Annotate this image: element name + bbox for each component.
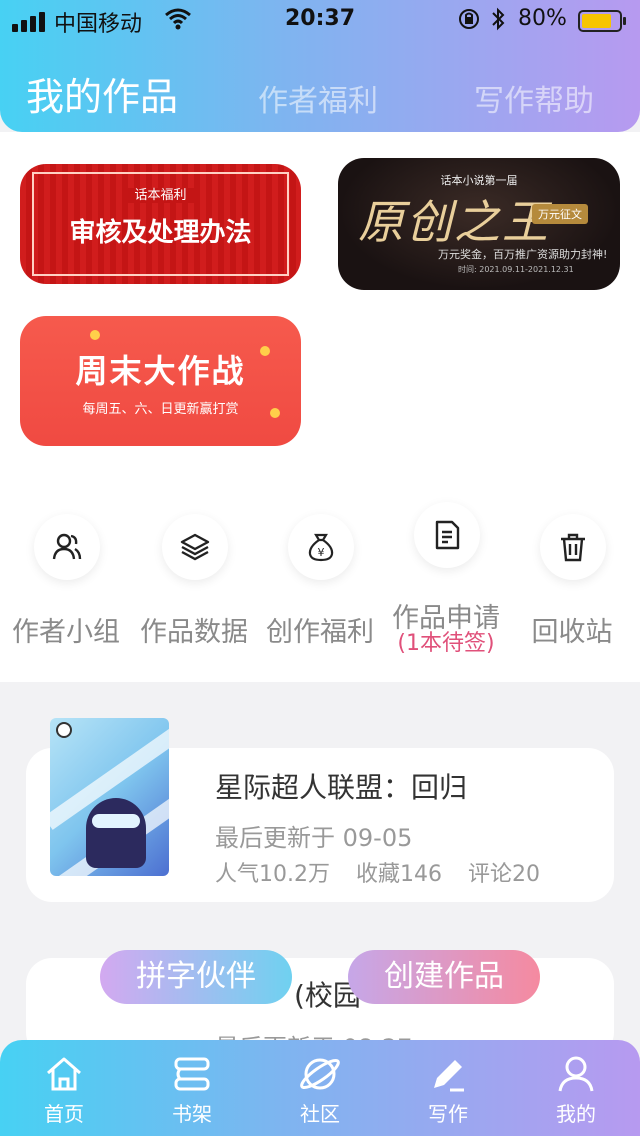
work-popularity: 人气10.2万 <box>215 862 330 887</box>
battery-percent: 80% <box>518 6 567 31</box>
content-panel: 话本福利 审核及处理办法 话本小说第一届 原创之王 万元征文 万元奖金，百万推广… <box>0 132 640 682</box>
work-comments: 评论20 <box>468 862 540 887</box>
ball-icon <box>56 722 72 738</box>
hero-figure <box>86 798 146 868</box>
nav-label: 首页 <box>44 1102 84 1126</box>
pending-sign-count: (1本待签) <box>397 631 495 656</box>
tab-my-works[interactable]: 我的作品 <box>26 66 178 121</box>
nav-label: 写作 <box>428 1102 468 1126</box>
banner-review-rules[interactable]: 话本福利 审核及处理办法 <box>20 164 301 284</box>
pen-icon <box>428 1054 468 1094</box>
work-title[interactable]: 星际超人联盟：回归 <box>215 766 467 806</box>
tab-author-welfare[interactable]: 作者福利 <box>258 76 378 120</box>
nav-write[interactable]: 写作 <box>384 1040 512 1136</box>
money-bag-icon: ¥ <box>288 514 354 580</box>
people-icon <box>34 514 100 580</box>
nav-label: 我的 <box>556 1102 596 1126</box>
layers-icon <box>162 514 228 580</box>
work-stats: 人气10.2万 收藏146 评论20 <box>215 856 566 888</box>
banner-subtitle: 每周五、六、日更新赢打赏 <box>82 402 239 417</box>
create-work-button[interactable]: 创建作品 <box>348 950 540 1004</box>
tab-writing-help[interactable]: 写作帮助 <box>474 76 594 120</box>
work-cover-image[interactable] <box>50 718 169 876</box>
planet-icon <box>300 1054 340 1094</box>
bottom-nav: 首页 书架 社区 写作 我的 <box>0 1040 640 1136</box>
sparkle-icon <box>90 330 100 340</box>
header-tabs: 我的作品 作者福利 写作帮助 <box>0 62 640 121</box>
trash-icon <box>540 514 606 580</box>
action-label: 作者小组 <box>12 617 120 648</box>
banner-title: 原创之王 <box>358 195 550 249</box>
pinzi-partner-button[interactable]: 拼字伙伴 <box>100 950 292 1004</box>
quick-actions: 作者小组 作品数据 ¥ 创作福利 作品申请 (1本待签) 回收站 <box>0 502 640 682</box>
banner-date: 时间: 2021.09.11-2021.12.31 <box>458 265 574 274</box>
home-icon <box>44 1054 84 1094</box>
nav-home[interactable]: 首页 <box>0 1040 128 1136</box>
banner-title: 审核及处理办法 <box>69 218 252 248</box>
rotation-lock-icon <box>458 8 480 36</box>
action-label: 作品数据 <box>140 617 248 648</box>
document-icon <box>414 502 480 568</box>
nav-label: 社区 <box>300 1102 340 1126</box>
svg-text:¥: ¥ <box>318 546 325 559</box>
action-label: 创作福利 <box>266 617 374 648</box>
banner-original-king[interactable]: 话本小说第一届 原创之王 万元征文 万元奖金，百万推广资源助力封神! 时间: 2… <box>338 158 620 290</box>
bluetooth-icon <box>490 7 506 37</box>
banner-tag: 万元征文 <box>532 204 588 224</box>
battery-icon <box>578 10 626 32</box>
bookshelf-icon <box>172 1054 212 1094</box>
user-icon <box>556 1054 596 1094</box>
banner-description: 万元奖金，百万推广资源助力封神! <box>438 248 608 261</box>
hero-mask <box>92 814 140 828</box>
work-favorites: 收藏146 <box>356 862 442 887</box>
header-bar: 中国移动 20:37 80% 我的作品 作者福利 写作帮助 <box>0 0 640 132</box>
banner-title: 周末大作战 <box>75 352 246 390</box>
nav-label: 书架 <box>172 1102 212 1126</box>
work-updated: 最后更新于 09-05 <box>215 824 413 852</box>
status-bar: 中国移动 20:37 80% <box>0 0 640 40</box>
nav-bookshelf[interactable]: 书架 <box>128 1040 256 1136</box>
nav-profile[interactable]: 我的 <box>512 1040 640 1136</box>
banner-subtitle: 话本福利 <box>20 184 301 203</box>
action-label: 回收站 <box>531 617 613 648</box>
banner-weekend-battle[interactable]: 周末大作战 每周五、六、日更新赢打赏 <box>20 316 301 446</box>
nav-community[interactable]: 社区 <box>256 1040 384 1136</box>
